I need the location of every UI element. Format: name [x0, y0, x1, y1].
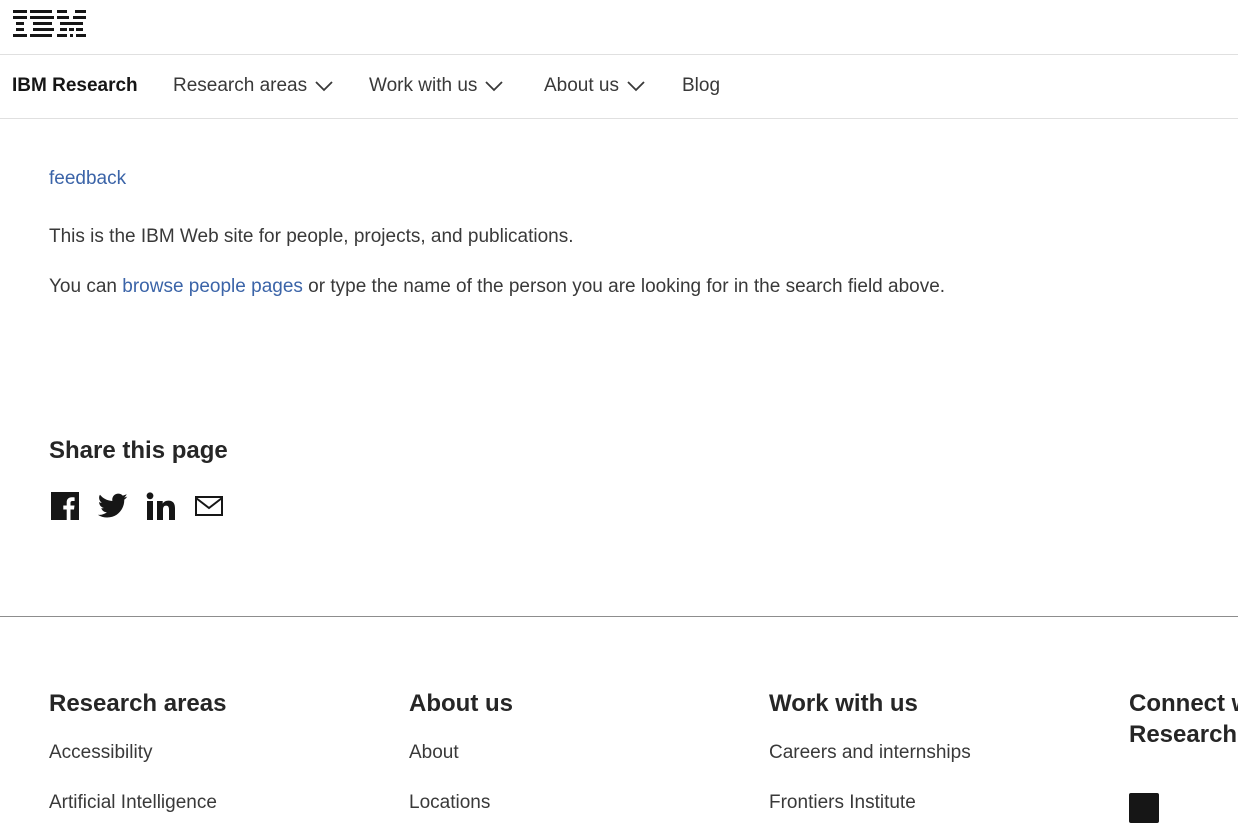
footer-link-frontiers-institute[interactable]: Frontiers Institute: [769, 792, 916, 814]
linkedin-icon[interactable]: [145, 490, 177, 522]
nav-item-about-us[interactable]: About us: [544, 75, 645, 97]
nav-item-label: Blog: [682, 75, 721, 96]
footer-divider: [0, 616, 1238, 617]
footer-heading: Research areas: [49, 690, 227, 717]
intro-text: This is the IBM Web site for people, pro…: [49, 226, 574, 247]
nav-item-label: About us: [544, 75, 619, 96]
feedback-link[interactable]: feedback: [49, 168, 126, 190]
facebook-icon[interactable]: [49, 490, 81, 522]
footer-heading: About us: [409, 690, 513, 717]
footer-link-accessibility[interactable]: Accessibility: [49, 742, 152, 764]
footer-link-about[interactable]: About: [409, 742, 459, 764]
footer-column-connect: Connect with IBM Research: [1129, 688, 1238, 750]
footer-link-locations[interactable]: Locations: [409, 792, 490, 814]
masthead: [0, 0, 1238, 55]
browse-prefix: You can: [49, 276, 123, 297]
nav-item-label: Research areas: [173, 75, 308, 96]
chevron-down-icon: [485, 81, 504, 92]
footer-column-about-us: About us About Locations: [409, 688, 749, 813]
chevron-down-icon: [315, 81, 333, 92]
nav-item-blog[interactable]: Blog: [682, 75, 720, 97]
research-subnav: IBM Research Research areas Work with us…: [0, 55, 1238, 119]
subnav-brand-ibm-research[interactable]: IBM Research: [12, 75, 138, 97]
email-icon[interactable]: [193, 490, 225, 522]
chevron-down-icon: [627, 81, 645, 92]
share-icons: [49, 490, 241, 522]
footer-column-research-areas: Research areas Accessibility Artificial …: [49, 688, 389, 813]
footer-heading: Connect with IBM Research: [1129, 690, 1238, 748]
footer-column-work-with-us: Work with us Careers and internships Fro…: [769, 688, 1109, 813]
footer-link-artificial-intelligence[interactable]: Artificial Intelligence: [49, 792, 217, 814]
nav-item-research-areas[interactable]: Research areas: [173, 75, 333, 97]
share-title: Share this page: [49, 437, 228, 464]
browse-paragraph: You can browse people pages or type the …: [49, 276, 945, 298]
browse-suffix: or type the name of the person you are l…: [302, 276, 946, 297]
nav-item-work-with-us[interactable]: Work with us: [369, 75, 504, 97]
ibm-logo[interactable]: [13, 8, 87, 38]
footer-link-careers[interactable]: Careers and internships: [769, 742, 971, 764]
nav-item-label: Work with us: [369, 75, 478, 96]
twitter-icon[interactable]: [97, 490, 129, 522]
browse-people-link[interactable]: browse people pages: [122, 276, 303, 297]
footer-heading: Work with us: [769, 690, 918, 717]
footer-facebook-icon[interactable]: [1129, 793, 1159, 823]
